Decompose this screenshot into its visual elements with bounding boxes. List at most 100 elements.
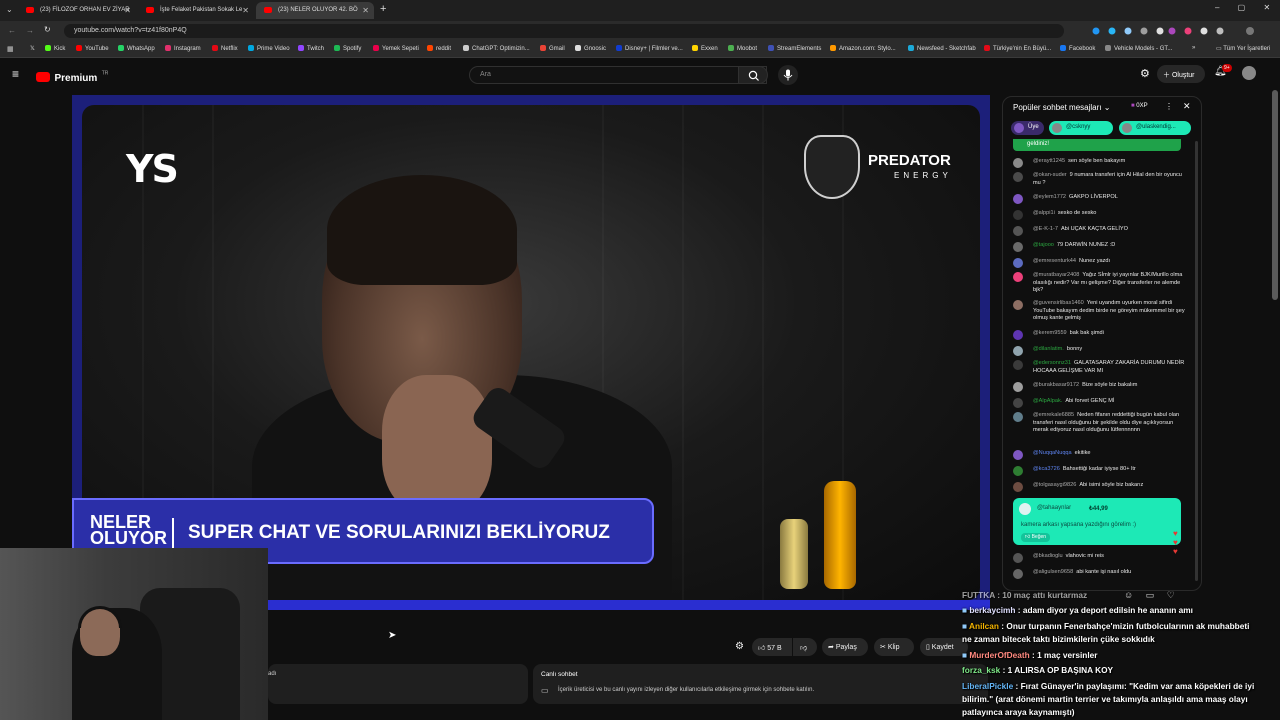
avatar [1013, 382, 1023, 392]
browser-toolbar: ← → ↻ youtube.com/watch?v=tz41f80nP4Q [0, 21, 1280, 41]
disney-icon [616, 45, 622, 51]
youtube-play-icon [36, 72, 50, 82]
chip-member[interactable]: Üye [1011, 121, 1044, 135]
chat-message: @burakbasar9172 Bize söyle biz bakalım [1013, 382, 1188, 392]
page-scrollbar[interactable] [1272, 90, 1278, 300]
thumbs-up-icon: 👍︎ [758, 645, 768, 652]
save-button[interactable]: ▯ Kaydet [920, 638, 968, 656]
bookmark-moobot[interactable]: Moobot [728, 45, 757, 52]
bookmark-amazon[interactable]: Amazon.com: Stylo... [830, 45, 896, 52]
tab-search-icon[interactable]: ⌄ [6, 5, 13, 14]
chip-user[interactable]: @csknyy [1049, 121, 1113, 135]
live-chat-teaser[interactable]: Canlı sohbet ▭ İçerik üreticisi ve bu ca… [533, 664, 988, 704]
search-input[interactable]: Ara [469, 66, 767, 84]
bookmark-reddit[interactable]: reddit [427, 45, 451, 52]
bookmark-whatsapp[interactable]: WhatsApp [118, 45, 155, 52]
bookmark-prime-video[interactable]: Prime Video [248, 45, 290, 52]
browser-tab-1[interactable]: (23) FİLOZOF ORHAN EV ZİYAR ✕ [18, 2, 136, 19]
new-tab-button[interactable]: + [380, 3, 386, 15]
chip-user[interactable]: @ulaskendig... [1119, 121, 1191, 135]
bookmark-kick[interactable]: Kick [45, 45, 65, 52]
avatar [1013, 398, 1023, 408]
chat-message: @eraytt1245 sen söyle ben bakayım [1013, 158, 1188, 168]
browser-tab-3-active[interactable]: (23) NELER OLUYOR 42. BÖ ✕ [256, 2, 374, 19]
bookmark-gnoosic[interactable]: Gnoosic [575, 45, 606, 52]
live-chat-panel: Popüler sohbet mesajları ⌄ ■ 0XP ⋮ ✕ Üye… [1002, 96, 1202, 591]
close-tab-icon[interactable]: ✕ [362, 6, 369, 15]
bookmark-exxen[interactable]: Exxen [692, 45, 718, 52]
bookmark-disney[interactable]: Disney+ | Filmler ve... [616, 45, 683, 52]
youtube-icon [76, 45, 82, 51]
apps-grid-icon[interactable]: ▦ [7, 45, 14, 53]
sketchfab-icon [908, 45, 914, 51]
bookmarks-overflow-icon[interactable]: » [1192, 45, 1195, 51]
extensions-icons[interactable] [1090, 26, 1260, 36]
superchat-text: kamera arkası yapsana yazdığını görelim … [1021, 522, 1137, 528]
sponsor-logo-sub: ENERGY [894, 171, 952, 180]
channel-logo: YS [126, 147, 179, 191]
chat-mode-dropdown[interactable]: Popüler sohbet mesajları ⌄ [1013, 103, 1110, 112]
like-button[interactable]: 👍︎ 57 B [752, 638, 792, 656]
bookmark-youtube[interactable]: YouTube [76, 45, 109, 52]
overlay-chat-line: ■ MurderOfDeath : 1 maç versinler [962, 650, 1098, 660]
dislike-button[interactable]: 👎︎ [793, 638, 817, 656]
bookmark-vehicle-models[interactable]: Vehicle Models - GT... [1105, 45, 1172, 52]
avatar [1013, 466, 1023, 476]
back-icon[interactable]: ← [8, 26, 16, 35]
create-button[interactable]: ＋ Oluştur [1157, 65, 1205, 83]
chat-message: @guvensirlibas1460 Yeni uyandım uyurken m… [1013, 300, 1188, 323]
address-bar[interactable]: youtube.com/watch?v=tz41f80nP4Q [64, 24, 1064, 38]
settings-icon[interactable]: ⚙ [735, 641, 744, 659]
bookmark-sketchfab[interactable]: Newsfeed - Sketchfab [908, 45, 976, 52]
bookmark-turkiye[interactable]: Türkiye'nin En Büyü... [984, 45, 1051, 52]
bookmark-yemek-sepeti[interactable]: Yemek Sepeti [373, 45, 419, 52]
hamburger-menu-icon[interactable]: ≡ [12, 67, 19, 81]
bookmark-spotify[interactable]: Spotify [334, 45, 361, 52]
chat-input-icons[interactable]: ☺ ▭ ♡ [1124, 590, 1175, 601]
voice-search-button[interactable] [778, 65, 798, 85]
bookmark-twitch[interactable]: Twitch [298, 45, 324, 52]
share-button[interactable]: ➦ Paylaş [822, 638, 868, 656]
bookmarks-bar: ▦ 𝕏 Kick YouTube WhatsApp Instagram Netf… [0, 41, 1280, 58]
avatar [1013, 482, 1023, 492]
bookmark-streamelements[interactable]: StreamElements [768, 45, 821, 52]
bookmark-x[interactable]: 𝕏 [30, 45, 35, 52]
bookmark-instagram[interactable]: Instagram [165, 45, 201, 52]
forward-icon[interactable]: → [26, 26, 34, 35]
avatar [1013, 412, 1023, 422]
tab-title: (23) FİLOZOF ORHAN EV ZİYAR [40, 7, 130, 13]
scissors-icon: ✂ [880, 644, 888, 651]
chat-message: @muratbayar2408 Yağız Sİmlr iyi yayınlar … [1013, 272, 1188, 295]
search-button[interactable] [738, 66, 768, 84]
bookmark-chatgpt[interactable]: ChatGPT: Optimizin... [463, 45, 530, 52]
close-tab-icon[interactable]: ✕ [124, 6, 131, 15]
youtube-logo[interactable]: Premium TR [36, 68, 108, 86]
chat-message: @aligulsen9658 abi kante işi nasıl oldu [1013, 569, 1188, 579]
avatar [1013, 194, 1023, 204]
bookmark-gmail[interactable]: Gmail [540, 45, 565, 52]
floating-hearts: ♥ ♥ ♥ [1173, 529, 1178, 556]
reload-icon[interactable]: ↻ [44, 25, 51, 34]
avatar[interactable] [1242, 66, 1256, 80]
more-options-icon[interactable]: ⋮ [1165, 102, 1173, 111]
chat-message: @eylem1772 GAKPO LİVERPOL [1013, 194, 1188, 204]
amazon-icon [830, 45, 836, 51]
create-icon[interactable]: ⚙ [1140, 67, 1150, 80]
video-info-box: adı [268, 664, 528, 704]
close-chat-icon[interactable]: ✕ [1183, 101, 1191, 112]
sponsor-logo: PREDATOR [868, 152, 951, 169]
all-bookmarks[interactable]: ▭ Tüm Yer İşaretleri [1216, 45, 1270, 52]
vehicle-models-icon [1105, 45, 1111, 51]
chat-scrollbar[interactable] [1195, 141, 1198, 581]
window-controls[interactable]: – ▢ ✕ [1215, 3, 1270, 12]
like-superchat-button[interactable]: 👍︎ Beğen [1021, 533, 1051, 542]
bookmark-facebook[interactable]: Facebook [1060, 45, 1095, 52]
video-player[interactable]: YS PREDATOR ENERGY NELER OLUYOR SUPER CH… [72, 95, 990, 610]
close-tab-icon[interactable]: ✕ [242, 6, 249, 15]
clip-button[interactable]: ✂ Klip [874, 638, 914, 656]
bookmark-netflix[interactable]: Netflix [212, 45, 238, 52]
browser-tab-2[interactable]: İşte Felaket Pakistan Sokak Le ✕ [138, 2, 254, 19]
points-badge[interactable]: ■ 0XP [1131, 103, 1148, 109]
turkiye-icon [984, 45, 990, 51]
chat-bubble-icon: ▭ [541, 686, 549, 695]
